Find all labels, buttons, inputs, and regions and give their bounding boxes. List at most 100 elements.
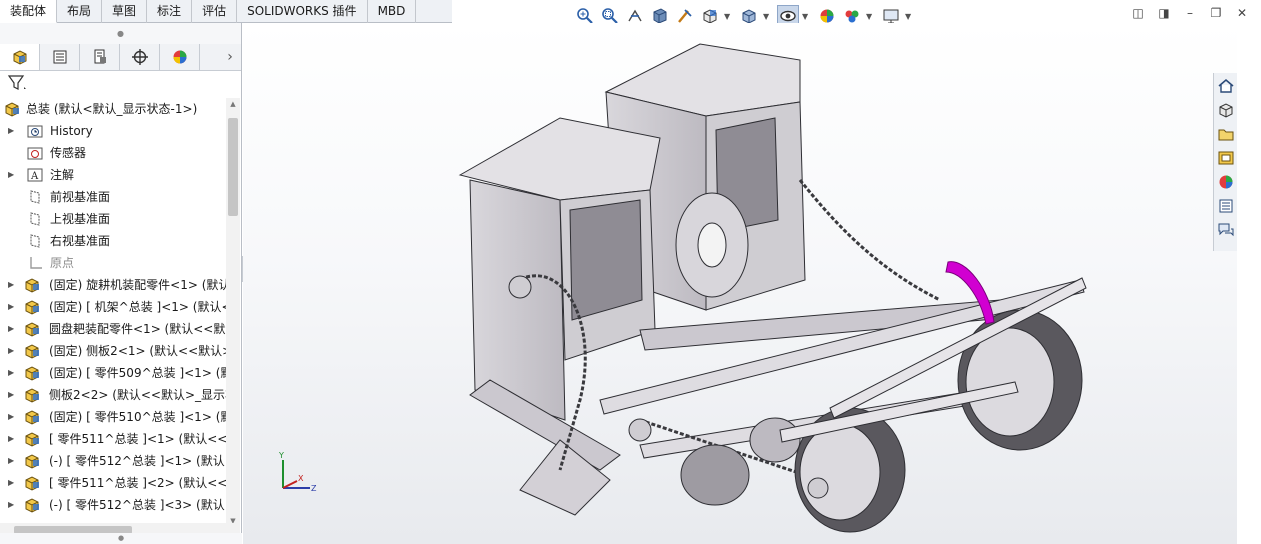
subassembly-icon — [24, 299, 42, 315]
chevron-down-icon[interactable]: ▼ — [866, 12, 874, 21]
custom-properties-icon[interactable] — [1215, 195, 1237, 217]
seed-hopper-front[interactable] — [458, 117, 661, 421]
tree-item-label: (固定) [ 机架^总装 ]<1> (默认<< — [49, 300, 226, 314]
window-controls: ◫ ◨ – ❐ ✕ — [1119, 7, 1249, 21]
assembly-icon — [4, 101, 22, 117]
tree-item-component[interactable]: ▶ [ 零件511^总装 ]<2> (默认<<默 — [0, 472, 226, 494]
plane-icon — [26, 233, 44, 249]
expand-arrow-icon[interactable]: ▶ — [8, 494, 14, 516]
displaymanager-icon[interactable] — [160, 44, 200, 70]
panel-grip[interactable]: ● — [0, 23, 241, 44]
tree-item-plane[interactable]: 右视基准面 — [0, 230, 226, 252]
planter-assembly-model[interactable] — [243, 23, 1237, 544]
expand-arrow-icon[interactable]: ▶ — [8, 120, 14, 142]
tab-sketch[interactable]: 草图 — [102, 0, 148, 23]
tab-layout[interactable]: 布局 — [57, 0, 103, 23]
close-icon[interactable]: ✕ — [1235, 7, 1249, 21]
subassembly-icon — [24, 365, 42, 381]
tab-evaluate[interactable]: 评估 — [192, 0, 238, 23]
tab-markup[interactable]: 标注 — [147, 0, 193, 23]
tree-item-component[interactable]: ▶ (固定) [ 零件510^总装 ]<1> (默 — [0, 406, 226, 428]
panel-grip[interactable]: ● — [0, 533, 242, 544]
appearances-icon[interactable] — [1215, 171, 1237, 193]
expand-arrow-icon[interactable]: ▶ — [8, 296, 14, 318]
dimxpertmanager-icon[interactable] — [120, 44, 160, 70]
history-folder-icon — [26, 123, 44, 139]
minimize-icon[interactable]: – — [1183, 7, 1197, 21]
tree-item-history[interactable]: ▶ History — [0, 120, 226, 142]
tree-item-sensors[interactable]: 传感器 — [0, 142, 226, 164]
plane-icon — [26, 189, 44, 205]
tree-item-label: (固定) [ 零件509^总装 ]<1> (默 — [49, 366, 226, 380]
graphics-area[interactable]: Y Z X — [243, 23, 1237, 544]
expand-arrow-icon[interactable]: ▶ — [8, 472, 14, 494]
tree-item-component[interactable]: ▶ (固定) [ 零件509^总装 ]<1> (默 — [0, 362, 226, 384]
expand-arrow-icon[interactable]: ▶ — [8, 406, 14, 428]
tree-item-plane[interactable]: 前视基准面 — [0, 186, 226, 208]
filter-bar — [0, 71, 241, 97]
expand-arrow-icon[interactable]: ▶ — [8, 340, 14, 362]
tree-items: ▶ History 传感器 ▶ A 注解 前视基准面 上视基准面 右视基准面 原点 ▶ (固定) 旋耕… — [0, 120, 226, 516]
press-wheel-rear[interactable] — [957, 309, 1083, 451]
expand-arrow-icon[interactable]: ▶ — [8, 362, 14, 384]
expand-arrow-icon[interactable]: ▶ — [8, 164, 14, 186]
chevron-down-icon[interactable]: ▼ — [802, 12, 810, 21]
triad-x-label: X — [298, 474, 304, 483]
featuremanager-tree-icon[interactable] — [0, 44, 40, 70]
restore-icon[interactable]: ❐ — [1209, 7, 1223, 21]
filter-icon[interactable] — [7, 74, 27, 95]
tab-assembly[interactable]: 装配体 — [0, 0, 58, 23]
feature-tree: 总装 (默认<默认_显示状态-1>) ▶ History 传感器 ▶ A 注解 前视基准面上… — [0, 98, 226, 531]
view-palette-icon[interactable] — [1215, 147, 1237, 169]
furrow-disc[interactable] — [675, 192, 749, 298]
tree-item-component[interactable]: ▶ (固定) 旋耕机装配零件<1> (默认< — [0, 274, 226, 296]
tree-item-label: [ 零件511^总装 ]<2> (默认<<默 — [49, 476, 226, 490]
propertymanager-icon[interactable] — [40, 44, 80, 70]
sensor-icon — [26, 145, 44, 161]
tree-item-component[interactable]: ▶ (固定) 侧板2<1> (默认<<默认> — [0, 340, 226, 362]
configurationmanager-icon[interactable] — [80, 44, 120, 70]
tree-item-component[interactable]: ▶ 侧板2<2> (默认<<默认>_显示状 — [0, 384, 226, 406]
triad-z-label: Z — [311, 484, 317, 493]
design-library-icon[interactable] — [1215, 99, 1237, 121]
solidworks-window: 装配体 布局 草图 标注 评估 SOLIDWORKS 插件 MBD ▼ ▼ ▼ … — [0, 0, 1261, 544]
svg-text:A: A — [30, 171, 39, 182]
tree-item-annotations[interactable]: ▶ A 注解 — [0, 164, 226, 186]
scroll-thumb[interactable] — [228, 118, 238, 216]
scroll-up-icon[interactable]: ▲ — [226, 100, 240, 112]
tab-mbd[interactable]: MBD — [368, 0, 417, 23]
tree-root[interactable]: 总装 (默认<默认_显示状态-1>) — [0, 98, 226, 120]
tree-vertical-scrollbar[interactable]: ▲ ▼ — [226, 98, 240, 531]
chevron-down-icon[interactable]: ▼ — [724, 12, 732, 21]
forum-icon[interactable] — [1215, 219, 1237, 241]
tree-item-label: (固定) 侧板2<1> (默认<<默认> — [49, 344, 226, 358]
panel-left-icon[interactable]: ◫ — [1131, 7, 1145, 21]
tree-item-component[interactable]: ▶ (-) [ 零件512^总装 ]<3> (默认< — [0, 494, 226, 516]
expand-arrow-icon[interactable]: ▶ — [8, 274, 14, 296]
tree-item-component[interactable]: ▶ (-) [ 零件512^总装 ]<1> (默认< — [0, 450, 226, 472]
home-icon[interactable] — [1215, 75, 1237, 97]
tree-item-component[interactable]: ▶ 圆盘耙装配零件<1> (默认<<默认 — [0, 318, 226, 340]
tree-item-label: (固定) [ 零件510^总装 ]<1> (默 — [49, 410, 226, 424]
expand-arrow-icon[interactable]: ▶ — [8, 384, 14, 406]
tree-item-origin[interactable]: 原点 — [0, 252, 226, 274]
tree-item-label: (-) [ 零件512^总装 ]<1> (默认< — [49, 454, 226, 468]
panel-right-icon[interactable]: ◨ — [1157, 7, 1171, 21]
tree-item-component[interactable]: ▶ (固定) [ 机架^总装 ]<1> (默认<< — [0, 296, 226, 318]
chevron-right-icon[interactable]: › — [219, 44, 241, 70]
command-manager-tabs: 装配体 布局 草图 标注 评估 SOLIDWORKS 插件 MBD — [0, 0, 452, 23]
chevron-down-icon[interactable]: ▼ — [905, 12, 913, 21]
tree-item-label: (固定) 旋耕机装配零件<1> (默认< — [49, 278, 226, 292]
subassembly-icon — [24, 475, 42, 491]
chevron-down-icon[interactable]: ▼ — [763, 12, 771, 21]
tree-item-plane[interactable]: 上视基准面 — [0, 208, 226, 230]
subassembly-icon — [24, 453, 42, 469]
tree-item-component[interactable]: ▶ [ 零件511^总装 ]<1> (默认<<默 — [0, 428, 226, 450]
expand-arrow-icon[interactable]: ▶ — [8, 450, 14, 472]
file-explorer-icon[interactable] — [1215, 123, 1237, 145]
expand-arrow-icon[interactable]: ▶ — [8, 318, 14, 340]
subassembly-icon — [24, 343, 42, 359]
tab-solidworks-addins[interactable]: SOLIDWORKS 插件 — [237, 0, 368, 23]
expand-arrow-icon[interactable]: ▶ — [8, 428, 14, 450]
origin-icon — [26, 255, 44, 271]
